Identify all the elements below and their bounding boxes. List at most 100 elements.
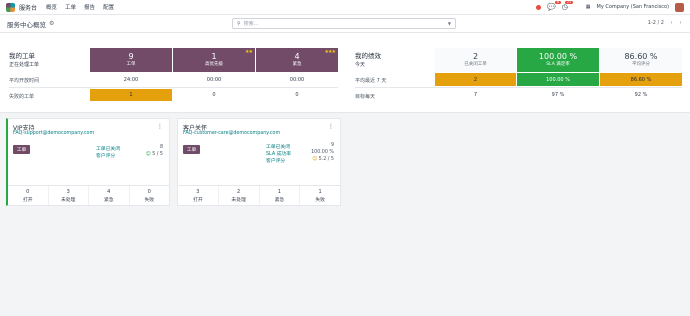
footer-open-label: 打开 (193, 197, 203, 203)
footer-open-count: 3 (196, 188, 200, 195)
footer-open[interactable]: 3 打开 (178, 186, 219, 205)
avg7-rating-value: 86.60 % (630, 76, 652, 83)
user-avatar[interactable] (675, 2, 684, 12)
card-menu-icon[interactable]: ⋮ (328, 123, 334, 130)
avg-open-all-value: 24:00 (123, 76, 139, 83)
stat-rating-label[interactable]: 客户评分 (266, 157, 285, 164)
footer-urgent-count: 4 (107, 188, 111, 195)
card-footer: 3 打开 2 未处理 1 紧急 1 失败 (178, 185, 340, 205)
footer-failed-label: 失败 (144, 197, 155, 203)
failed-urgent[interactable]: 0 (256, 89, 338, 101)
search-placeholder: 搜索... (243, 21, 259, 27)
stat-closed-label[interactable]: 工单已关闭 (96, 145, 120, 152)
status-indicator-icon[interactable] (535, 4, 541, 10)
tickets-button[interactable]: 工单 (13, 145, 30, 154)
footer-unassigned[interactable]: 2 未处理 (219, 186, 260, 205)
my-performance-subtitle: 今天 (355, 62, 366, 68)
avg-open-high-value: 00:00 (206, 76, 222, 83)
perf-sla-value: 100.00 % (538, 51, 578, 61)
target-closed[interactable]: 7 (435, 89, 516, 101)
footer-unassigned[interactable]: 3 未处理 (49, 186, 89, 205)
failed-high[interactable]: 0 (173, 89, 255, 101)
my-tickets-all[interactable]: 9 工单 (90, 48, 172, 72)
menu-overview[interactable]: 概览 (46, 3, 57, 11)
perf-sla-label: SLA 满足率 (546, 62, 570, 68)
stat-rating-label[interactable]: 客户评分 (96, 152, 115, 159)
my-tickets-title[interactable]: 我的工单 (9, 50, 35, 60)
target-sla-value: 97 % (551, 92, 565, 98)
stat-closed-label[interactable]: 工单已关闭 (266, 143, 290, 150)
my-tickets-subtitle: 正在处理工单 (9, 62, 40, 68)
dashboard-stats: 我的工单 正在处理工单 9 工单 ★★ 1 高优先级 ★★★ 4 紧急 平均开放… (0, 33, 690, 113)
footer-failed-count: 0 (147, 188, 151, 195)
footer-unassigned-label: 未处理 (61, 197, 76, 203)
menu-tickets[interactable]: 工单 (65, 3, 76, 11)
stat-rating: ☺ 5 / 5 (146, 152, 163, 157)
row-label-avg-open: 平均开放时间 (9, 78, 40, 84)
perf-rating-label: 平均评分 (632, 62, 650, 68)
my-tickets-urgent-label: 紧急 (292, 62, 302, 68)
card-menu-icon[interactable]: ⋮ (157, 123, 163, 130)
menu-reporting[interactable]: 报告 (84, 3, 95, 11)
failed-high-value: 0 (212, 92, 216, 98)
app-name[interactable]: 服务台 (19, 3, 37, 12)
perf-sla[interactable]: 100.00 % SLA 满足率 (517, 48, 599, 72)
footer-failed-label: 失败 (315, 197, 325, 203)
perf-rating[interactable]: 86.60 % 平均评分 (600, 48, 682, 72)
footer-open[interactable]: 0 打开 (8, 186, 49, 205)
chat-badge: 8 (555, 0, 561, 4)
avg7-closed[interactable]: 2 (435, 73, 516, 86)
footer-unassigned-count: 3 (66, 188, 70, 195)
my-performance-title[interactable]: 我的绩效 (355, 50, 381, 60)
avg-open-urgent[interactable]: 00:00 (256, 73, 338, 86)
footer-unassigned-count: 2 (237, 188, 241, 195)
my-tickets-high-label: 高优先级 (205, 62, 223, 68)
activity-badge: 21 (565, 0, 573, 4)
tickets-button[interactable]: 工单 (183, 145, 200, 154)
company-name[interactable]: My Company (San Francisco) (597, 4, 670, 10)
perf-closed[interactable]: 2 已关闭工单 (435, 48, 516, 72)
failed-urgent-value: 0 (295, 92, 299, 98)
target-sla[interactable]: 97 % (517, 89, 599, 101)
footer-failed[interactable]: 0 失败 (130, 186, 170, 205)
pager-next-icon[interactable]: › (677, 19, 684, 27)
footer-urgent-label: 紧急 (103, 197, 114, 203)
stat-sla-label[interactable]: SLA 成功率 (266, 150, 291, 157)
perf-closed-value: 2 (472, 51, 479, 61)
avg7-rating[interactable]: 86.60 % (600, 73, 682, 86)
search-input[interactable]: ⚲ 搜索... ▼ (232, 18, 456, 29)
avg7-sla[interactable]: 100.00 % (517, 73, 599, 86)
chat-icon[interactable]: 💬 8 (547, 0, 561, 11)
avg-open-high[interactable]: 00:00 (173, 73, 255, 86)
menu-configuration[interactable]: 配置 (103, 3, 114, 11)
perf-rating-value: 86.60 % (624, 51, 658, 61)
target-rating[interactable]: 92 % (600, 89, 682, 101)
avg-open-all[interactable]: 24:00 (90, 73, 172, 86)
pager-value[interactable]: 1-2 / 2 (648, 20, 664, 26)
footer-urgent[interactable]: 4 紧急 (89, 186, 130, 205)
activity-clock-icon[interactable]: ◷ 21 (562, 0, 573, 11)
team-email[interactable]: FAQ-support@democompany.com (13, 131, 94, 136)
my-tickets-urgent[interactable]: ★★★ 4 紧急 (256, 48, 338, 72)
avg7-sla-value: 100.00 % (546, 76, 570, 83)
footer-failed[interactable]: 1 失败 (300, 186, 340, 205)
my-tickets-high-priority[interactable]: ★★ 1 高优先级 (173, 48, 255, 72)
team-card-vip: VIP支持 ⋮ FAQ-support@democompany.com 工单 工… (6, 118, 170, 206)
my-tickets-all-label: 工单 (126, 62, 136, 68)
search-options-caret-icon[interactable]: ▼ (448, 21, 451, 26)
pager-prev-icon[interactable]: ‹ (668, 19, 675, 27)
my-tickets-high-value: 1 (211, 51, 217, 61)
footer-open-count: 0 (26, 188, 30, 195)
team-email[interactable]: FAQ-customer-care@democompany.com (183, 131, 280, 136)
breadcrumb: 服务中心概览 ⚙ (7, 19, 54, 29)
my-tickets-urgent-value: 4 (294, 51, 300, 61)
app-switcher-icon[interactable] (6, 2, 15, 12)
stat-closed-value: 9 (330, 143, 334, 148)
team-card-customer-care: 客户关怀 ⋮ FAQ-customer-care@democompany.com… (177, 118, 341, 206)
footer-urgent[interactable]: 1 紧急 (260, 186, 301, 205)
page-title: 服务中心概览 (7, 20, 46, 29)
gear-icon[interactable]: ⚙ (49, 20, 54, 27)
company-switcher-icon[interactable]: ▦ (586, 4, 591, 10)
footer-failed-count: 1 (318, 188, 322, 195)
failed-all[interactable]: 1 (90, 89, 172, 101)
